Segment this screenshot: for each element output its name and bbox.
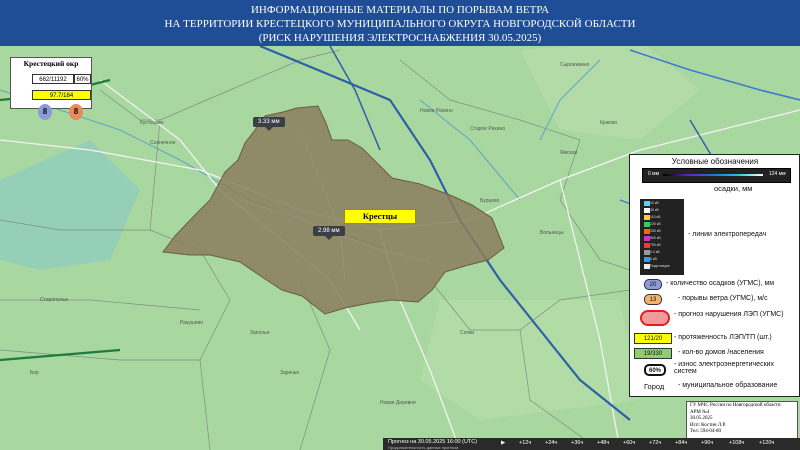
precip-label: осадки, мм	[714, 184, 753, 193]
time-step-button[interactable]: +60ч	[623, 440, 635, 446]
city-symbol: Город	[644, 382, 665, 391]
houses-label: - кол-во домов /населения	[678, 349, 764, 356]
forecast-symbol	[640, 310, 670, 326]
precip-gradient	[663, 174, 763, 176]
place-label: Заполье	[250, 330, 270, 336]
place-label: Заречье	[280, 370, 300, 376]
line-item: 6 кВ	[644, 257, 685, 262]
precip-scale: 0 мм 124 мм	[642, 168, 791, 183]
lines-cell: 97.7/184	[32, 90, 91, 100]
line-item: 500 кВ	[644, 236, 685, 241]
time-step-button[interactable]: +84ч	[675, 440, 687, 446]
precip-count-label: - количество осадков (УГМС), мм	[666, 280, 775, 287]
header-line-3: (РИСК НАРУШЕНИЯ ЭЛЕКТРОСНАБЖЕНИЯ 30.05.2…	[258, 32, 542, 44]
line-item: 35 кВ	[644, 208, 685, 213]
time-step-button[interactable]: +120ч	[759, 440, 774, 446]
houses-cell: 662/11192	[32, 74, 74, 84]
place-label: Новое Рахино	[420, 108, 453, 114]
place-label: Кржево	[600, 120, 618, 126]
district-title: Крестецкий окр	[23, 59, 79, 68]
gust-label: - порывы ветра (УГМС), м/с	[678, 295, 768, 302]
precip-pin[interactable]: 2.98 мм	[313, 226, 345, 240]
time-step-button[interactable]: +108ч	[729, 440, 744, 446]
line-item: 330 кВ	[644, 229, 685, 234]
place-label: Ракушево	[180, 320, 203, 326]
length-symbol: 121/20	[634, 333, 672, 344]
length-label: - протяженность ЛЭП/ТП (шт.)	[674, 334, 772, 341]
power-lines-label: - линии электропередач	[688, 231, 767, 238]
line-item: Подстанция	[644, 264, 685, 269]
legend-title: Условные обозначения	[671, 157, 759, 166]
header-line-1: ИНФОРМАЦИОННЫЕ МАТЕРИАЛЫ ПО ПОРЫВАМ ВЕТР…	[250, 4, 550, 16]
place-label: Старополье	[40, 297, 68, 303]
precip-pin[interactable]: 3.33 мм	[253, 117, 285, 131]
city-label-legend: - муниципальное образование	[678, 382, 778, 389]
forecast-label: - прогноз нарушения ЛЭП (УГМС)	[674, 311, 784, 318]
author-line: ГУ МЧС России по Новгородской области	[690, 403, 781, 408]
index-label: - износ электроэнергетических систем	[674, 361, 775, 375]
time-step-button[interactable]: +96ч	[701, 440, 713, 446]
place-label: Бурцево	[480, 198, 500, 204]
gust-badge: 8	[69, 104, 83, 120]
time-step-button[interactable]: +12ч	[519, 440, 531, 446]
page-header: ИНФОРМАЦИОННЫЕ МАТЕРИАЛЫ ПО ПОРЫВАМ ВЕТР…	[0, 0, 800, 46]
time-step-button[interactable]: +72ч	[649, 440, 661, 446]
time-step-button[interactable]: +48ч	[597, 440, 609, 446]
author-line: Тел: 594-04-80	[690, 429, 722, 434]
power-lines-legend: 10 кВ 35 кВ 110 кВ 220 кВ 330 кВ 500 кВ …	[640, 199, 684, 275]
precip-max: 124 мм	[769, 171, 786, 177]
precip-badge: 8	[38, 104, 52, 120]
time-step-button[interactable]: +36ч	[571, 440, 583, 446]
place-label: Солнечное	[150, 140, 176, 146]
index-symbol: 60%	[644, 364, 666, 376]
district-info-box[interactable]: Крестецкий окр 662/11192 60% 97.7/184	[10, 57, 92, 109]
gust-symbol: 13	[644, 294, 662, 305]
line-item: 220 кВ	[644, 222, 685, 227]
precip-min: 0 мм	[648, 171, 660, 177]
play-button[interactable]: ▶	[501, 440, 505, 446]
forecast-timebar: Прогноз на 30.05.2025 16:00 (UTC) Продол…	[383, 438, 800, 450]
legend-panel: Условные обозначения 0 мм 124 мм осадки,…	[629, 154, 800, 397]
line-item: 110 кВ	[644, 215, 685, 220]
place-label: Кустецкие	[140, 120, 164, 126]
place-label: Сыроежкино	[560, 62, 590, 68]
timebar-subtext: Продолжительность данных прогноза	[388, 445, 459, 450]
place-label: Вольницы	[540, 230, 564, 236]
precip-count-symbol: 20	[644, 279, 662, 290]
houses-symbol: 19/330	[634, 348, 672, 359]
percent-cell: 60%	[74, 74, 91, 84]
line-item: 750 кВ	[644, 243, 685, 248]
time-step-button[interactable]: +24ч	[545, 440, 557, 446]
place-label: Бор	[30, 370, 39, 376]
place-label: Старое Рахино	[470, 126, 506, 132]
place-label: Новая Деревня	[380, 400, 416, 406]
line-item: 0.4 кВ	[644, 250, 685, 255]
place-label: Сопки	[460, 330, 475, 336]
line-item: 10 кВ	[644, 201, 685, 206]
header-line-2: НА ТЕРРИТОРИИ КРЕСТЕЦКОГО МУНИЦИПАЛЬНОГО…	[164, 18, 636, 30]
place-label: Ямская	[560, 150, 578, 156]
author-box: ГУ МЧС России по Новгородской области АР…	[686, 401, 798, 439]
city-label: Крестцы	[344, 209, 416, 224]
